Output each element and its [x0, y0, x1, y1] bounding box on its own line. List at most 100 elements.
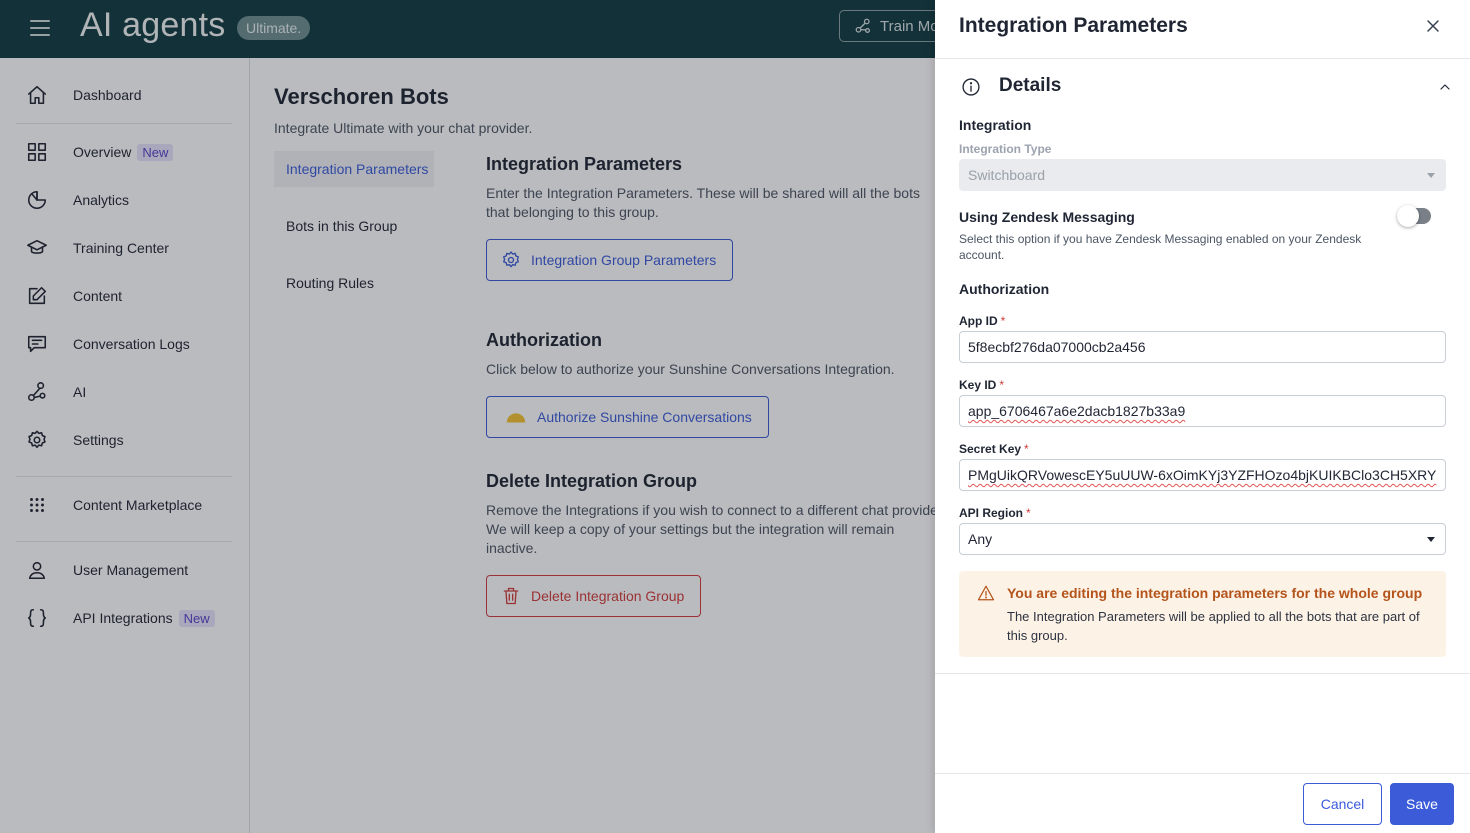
authorize-sunshine-button[interactable]: Authorize Sunshine Conversations — [486, 396, 769, 438]
sidebar-item-user-management[interactable]: User Management — [0, 548, 250, 592]
zendesk-messaging-toggle[interactable] — [1397, 205, 1431, 227]
sidebar-item-label: Training Center — [73, 240, 169, 256]
delete-section-title: Delete Integration Group — [486, 471, 698, 491]
params-section-title: Integration Parameters — [486, 154, 683, 174]
api-region-select[interactable]: Any — [959, 523, 1446, 555]
required-mark: * — [1026, 506, 1031, 520]
subnav-integration-parameters[interactable]: Integration Parameters — [274, 151, 434, 187]
warning-text: The Integration Parameters will be appli… — [1007, 609, 1420, 643]
api-region-value: Any — [968, 531, 993, 547]
app-id-label: App ID * — [959, 314, 1005, 328]
details-accordion-header[interactable]: Details — [935, 59, 1470, 115]
zendesk-messaging-help: Select this option if you have Zendesk M… — [959, 232, 1362, 262]
braces-icon — [26, 607, 48, 629]
details-title: Details — [999, 75, 1062, 96]
required-mark: * — [1024, 442, 1029, 456]
chevron-up-icon — [1437, 79, 1453, 95]
integration-group-parameters-button[interactable]: Integration Group Parameters — [486, 239, 734, 281]
integration-type-label: Integration Type — [959, 142, 1052, 156]
sidebar-item-label-wrap: Overview New — [73, 143, 174, 161]
cancel-button[interactable]: Cancel — [1303, 783, 1382, 825]
trash-icon — [503, 587, 519, 605]
app-title: AI agents — [80, 6, 226, 44]
sidebar-divider — [16, 476, 232, 477]
key-id-label: Key ID * — [959, 378, 1004, 392]
required-mark: * — [1000, 314, 1006, 328]
brand-badge: Ultimate. — [237, 16, 311, 40]
nodes-icon — [855, 18, 871, 34]
integration-type-value: Switchboard — [968, 167, 1046, 183]
sidebar-item-dashboard[interactable]: Dashboard — [0, 73, 250, 117]
caret-down-icon — [1427, 537, 1435, 542]
new-badge: New — [137, 143, 174, 161]
sidebar-item-content[interactable]: Content — [0, 274, 250, 318]
label-text: API Region — [959, 506, 1024, 520]
save-button[interactable]: Save — [1390, 783, 1454, 825]
edit-icon — [26, 285, 48, 307]
gear-icon — [502, 251, 520, 268]
secret-key-input[interactable]: PMgUikQRVowescEY5uUUW-6xOimKYj3YZFHOzo4b… — [959, 459, 1446, 491]
authorization-heading: Authorization — [959, 281, 1050, 297]
divider — [935, 673, 1470, 674]
warning-icon — [977, 584, 995, 602]
integration-heading: Integration — [959, 117, 1032, 133]
close-icon[interactable] — [1423, 16, 1443, 36]
sidebar: Dashboard Overview New Analytics Training… — [0, 58, 250, 833]
sidebar-divider — [16, 123, 232, 124]
chat-icon — [26, 333, 48, 355]
sidebar-divider — [16, 541, 232, 542]
new-badge: New — [178, 609, 215, 627]
sidebar-item-label-wrap: API Integrations New — [73, 609, 215, 627]
sidebar-item-label: Dashboard — [73, 87, 142, 103]
sidebar-item-label: Settings — [73, 432, 124, 448]
user-icon — [26, 559, 48, 581]
dots-grid-icon — [26, 494, 48, 516]
subnav-routing-rules[interactable]: Routing Rules — [274, 265, 434, 301]
sidebar-item-label: Overview — [73, 143, 132, 160]
sidebar-item-label: Content Marketplace — [73, 497, 203, 513]
app-window: AI agents Ultimate. Train Mo Dashboard O… — [0, 0, 1470, 833]
sidebar-item-label: Content — [73, 288, 123, 304]
integration-parameters-drawer: Integration Parameters Details Integrati… — [935, 0, 1470, 833]
delete-section-text: Remove the Integrations if you wish to c… — [486, 502, 946, 556]
sidebar-item-settings[interactable]: Settings — [0, 418, 250, 462]
menu-icon[interactable] — [30, 18, 50, 38]
sidebar-item-api-integrations[interactable]: API Integrations New — [0, 596, 250, 640]
auth-section-text: Click below to authorize your Sunshine C… — [486, 361, 895, 377]
group-edit-warning: You are editing the integration paramete… — [959, 571, 1446, 657]
key-id-input[interactable]: app_6706467a6e2dacb1827b33a9 — [959, 395, 1446, 427]
sidebar-item-analytics[interactable]: Analytics — [0, 178, 250, 222]
sidebar-item-content-marketplace[interactable]: Content Marketplace — [0, 483, 250, 527]
sidebar-item-training-center[interactable]: Training Center — [0, 226, 250, 270]
secret-key-label: Secret Key * — [959, 442, 1029, 456]
zendesk-messaging-label: Using Zendesk Messaging — [959, 209, 1135, 225]
delete-integration-group-button[interactable]: Delete Integration Group — [486, 575, 702, 617]
nodes-icon — [26, 381, 48, 403]
subnav-bots-in-group[interactable]: Bots in this Group — [274, 208, 434, 244]
label-text: Secret Key — [959, 442, 1022, 456]
sidebar-item-conversation-logs[interactable]: Conversation Logs — [0, 322, 250, 366]
warning-title: You are editing the integration paramete… — [1007, 585, 1423, 601]
page-subtitle: Integrate Ultimate with your chat provid… — [274, 120, 533, 136]
button-label: Delete Integration Group — [531, 588, 685, 604]
integration-type-select: Switchboard — [959, 159, 1446, 191]
home-icon — [26, 84, 48, 106]
sidebar-item-label: AI — [73, 384, 87, 400]
gear-icon — [26, 429, 48, 451]
auth-section-title: Authorization — [486, 330, 602, 350]
label-text: Key ID — [959, 378, 997, 392]
info-icon — [961, 77, 981, 97]
api-region-label: API Region * — [959, 506, 1031, 520]
train-model-label: Train Mo — [880, 17, 939, 35]
required-mark: * — [999, 378, 1005, 392]
sidebar-item-overview[interactable]: Overview New — [0, 130, 250, 174]
app-id-input[interactable]: 5f8ecbf276da07000cb2a456 — [959, 331, 1446, 363]
sidebar-item-ai[interactable]: AI — [0, 370, 250, 414]
caret-down-icon — [1427, 173, 1435, 178]
footer-divider — [935, 773, 1470, 774]
sunshine-logo-icon — [506, 413, 526, 423]
pie-chart-icon — [26, 189, 48, 211]
button-label: Integration Group Parameters — [531, 252, 717, 268]
params-section-text: Enter the Integration Parameters. These … — [486, 185, 920, 220]
sidebar-item-label: Conversation Logs — [73, 336, 190, 352]
